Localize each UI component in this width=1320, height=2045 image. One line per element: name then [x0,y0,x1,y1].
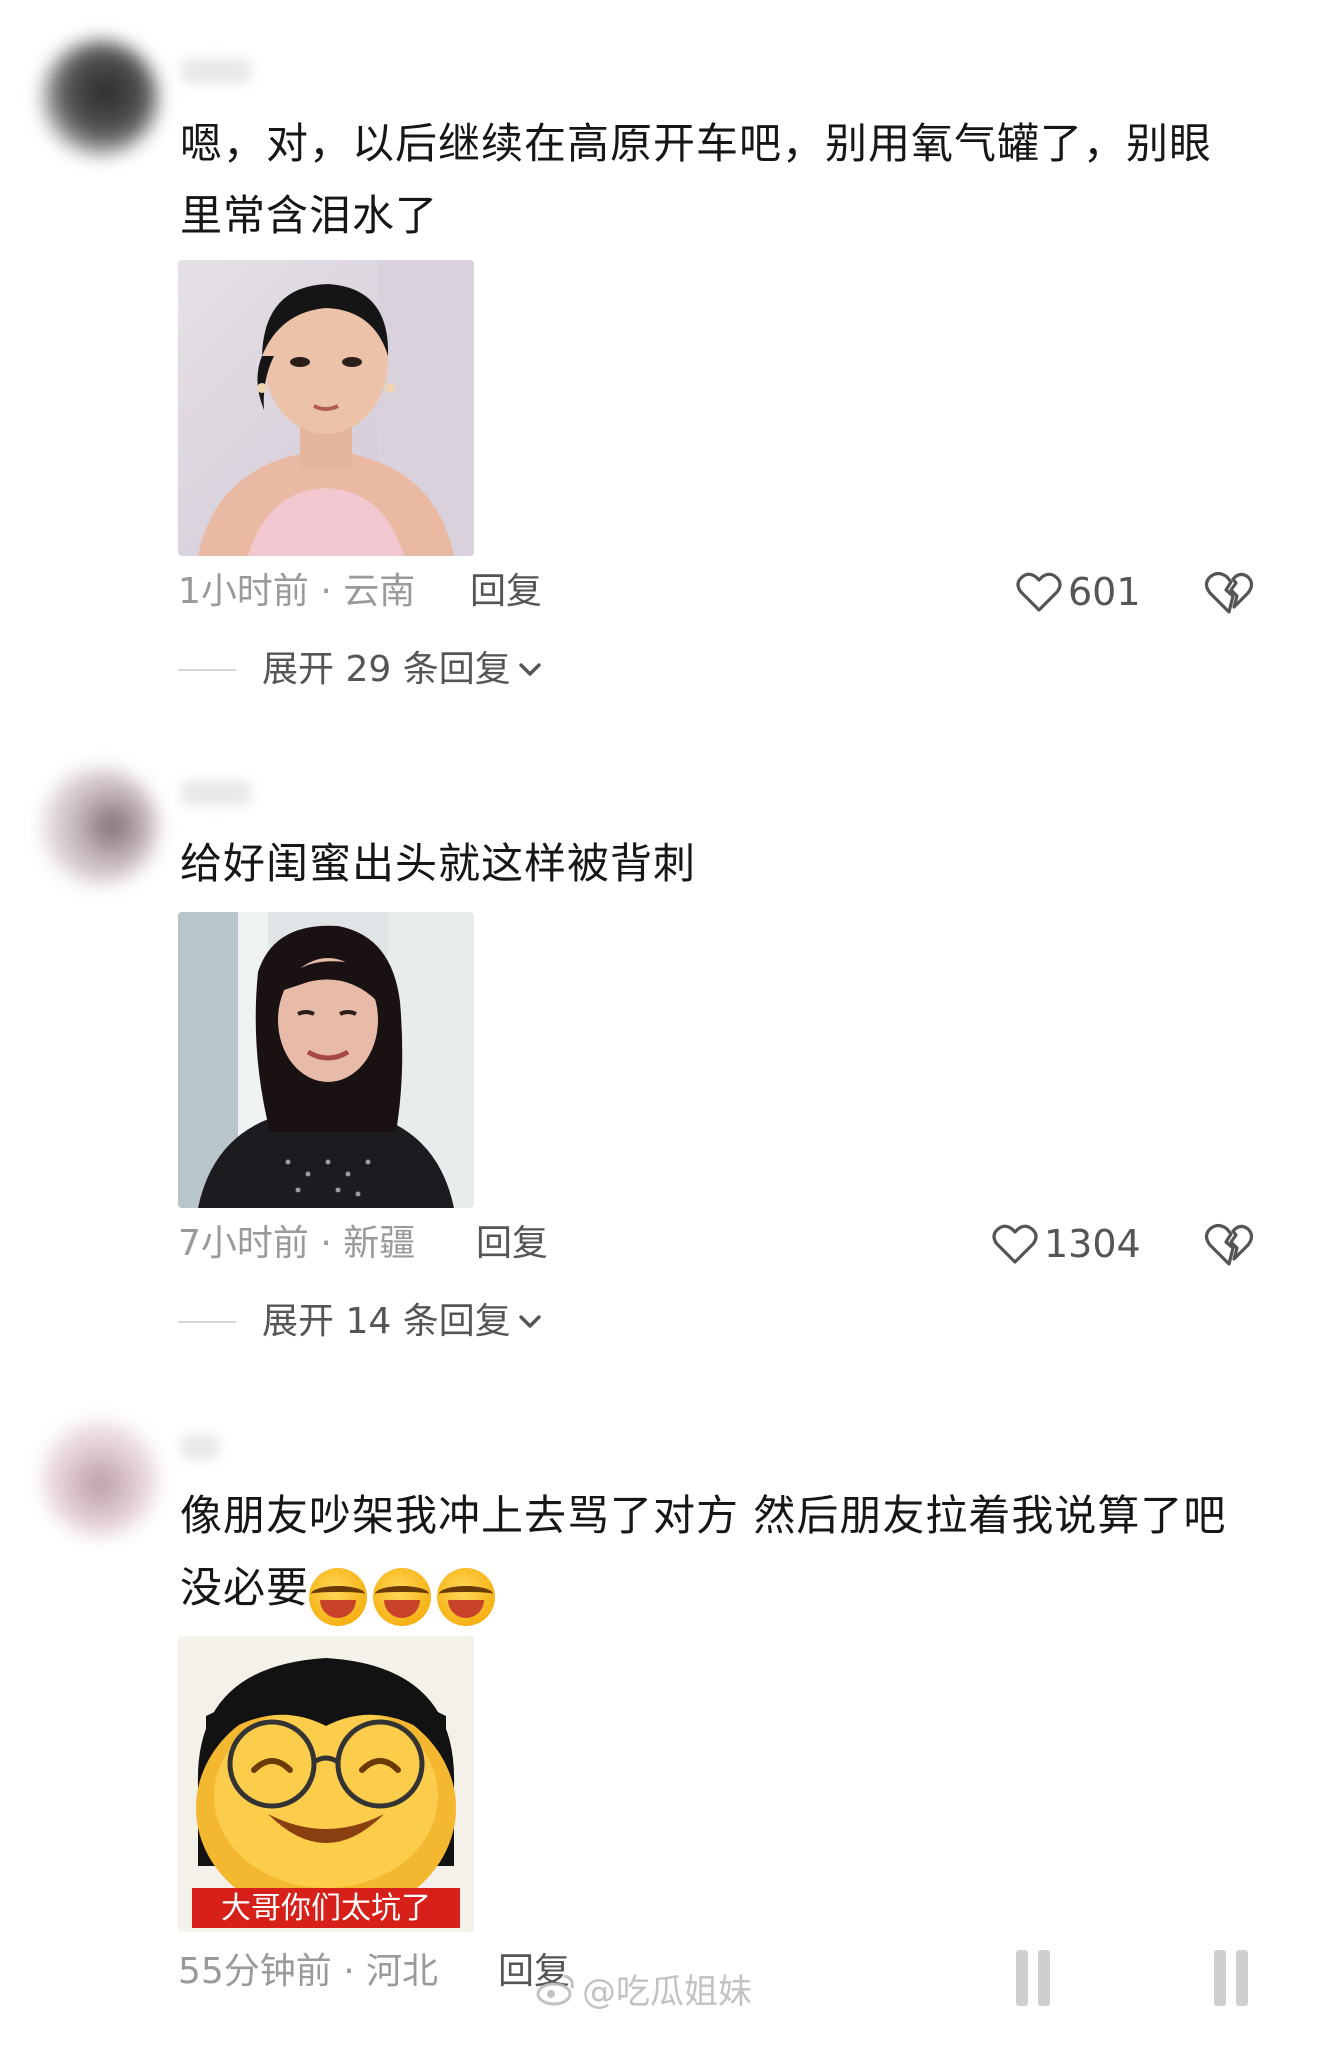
divider [178,669,236,671]
expand-replies-button[interactable]: 展开 29 条回复 [178,648,543,692]
laugh-cry-emoji [309,1567,368,1626]
watermark: @吃瓜姐妹 [536,1964,752,2013]
username-blurred[interactable] [180,780,252,806]
reaction-emojis [309,1558,501,1630]
laugh-cry-emoji [373,1567,432,1626]
divider [178,1321,236,1323]
comment-image[interactable] [178,260,474,556]
laugh-cry-emoji [437,1567,496,1626]
comment-text: 像朋友吵架我冲上去骂了对方 然后朋友拉着我说算了吧没必要 [180,1480,1260,1630]
like-count: 1304 [1044,1222,1141,1266]
comment-text: 嗯，对，以后继续在高原开车吧，别用氧气罐了，别眼里常含泪水了 [180,119,1213,240]
like-button[interactable]: 1304 [992,1222,1141,1266]
broken-heart-icon [1204,1223,1254,1266]
avatar[interactable] [42,1420,158,1536]
broken-heart-icon [1204,571,1254,614]
expand-replies-label: 展开 29 条回复 [262,649,511,690]
avatar[interactable] [42,40,158,156]
reply-button[interactable]: 回复 [470,570,542,614]
username-blurred[interactable] [180,1434,220,1460]
comment-text: 给好闺蜜出头就这样被背刺 [180,839,697,888]
comment-image[interactable] [178,912,474,1208]
dislike-button[interactable] [1204,1222,1254,1268]
like-button[interactable]: 601 [1016,570,1141,614]
chevron-down-icon [519,663,541,676]
pause-icon [1214,1950,1250,2006]
comment-time-location: 55分钟前 · 河北 [178,1951,439,1992]
comment-time-location: 1小时前 · 云南 [178,571,416,612]
woman-photo [178,260,474,556]
avatar[interactable] [42,768,158,884]
chevron-down-icon [519,1315,541,1328]
username-blurred[interactable] [180,58,252,84]
pause-icon [1016,1950,1052,2006]
meme-caption: 大哥你们太坑了 [221,1891,431,1926]
weibo-logo-icon [536,1974,574,2005]
watermark-text: @吃瓜姐妹 [582,1972,752,2012]
comment-time-location: 7小时前 · 新疆 [178,1223,416,1264]
comment-image[interactable]: 大哥你们太坑了 [178,1636,474,1932]
expand-replies-label: 展开 14 条回复 [262,1301,511,1342]
heart-outline-icon [992,1224,1038,1264]
heart-outline-icon [1016,572,1062,612]
woman-crying-photo [178,912,474,1208]
reply-button[interactable]: 回复 [476,1222,548,1266]
expand-replies-button[interactable]: 展开 14 条回复 [178,1300,543,1344]
like-count: 601 [1068,570,1141,614]
glasses-emoji-meme: 大哥你们太坑了 [178,1636,474,1932]
dislike-button[interactable] [1204,570,1254,616]
